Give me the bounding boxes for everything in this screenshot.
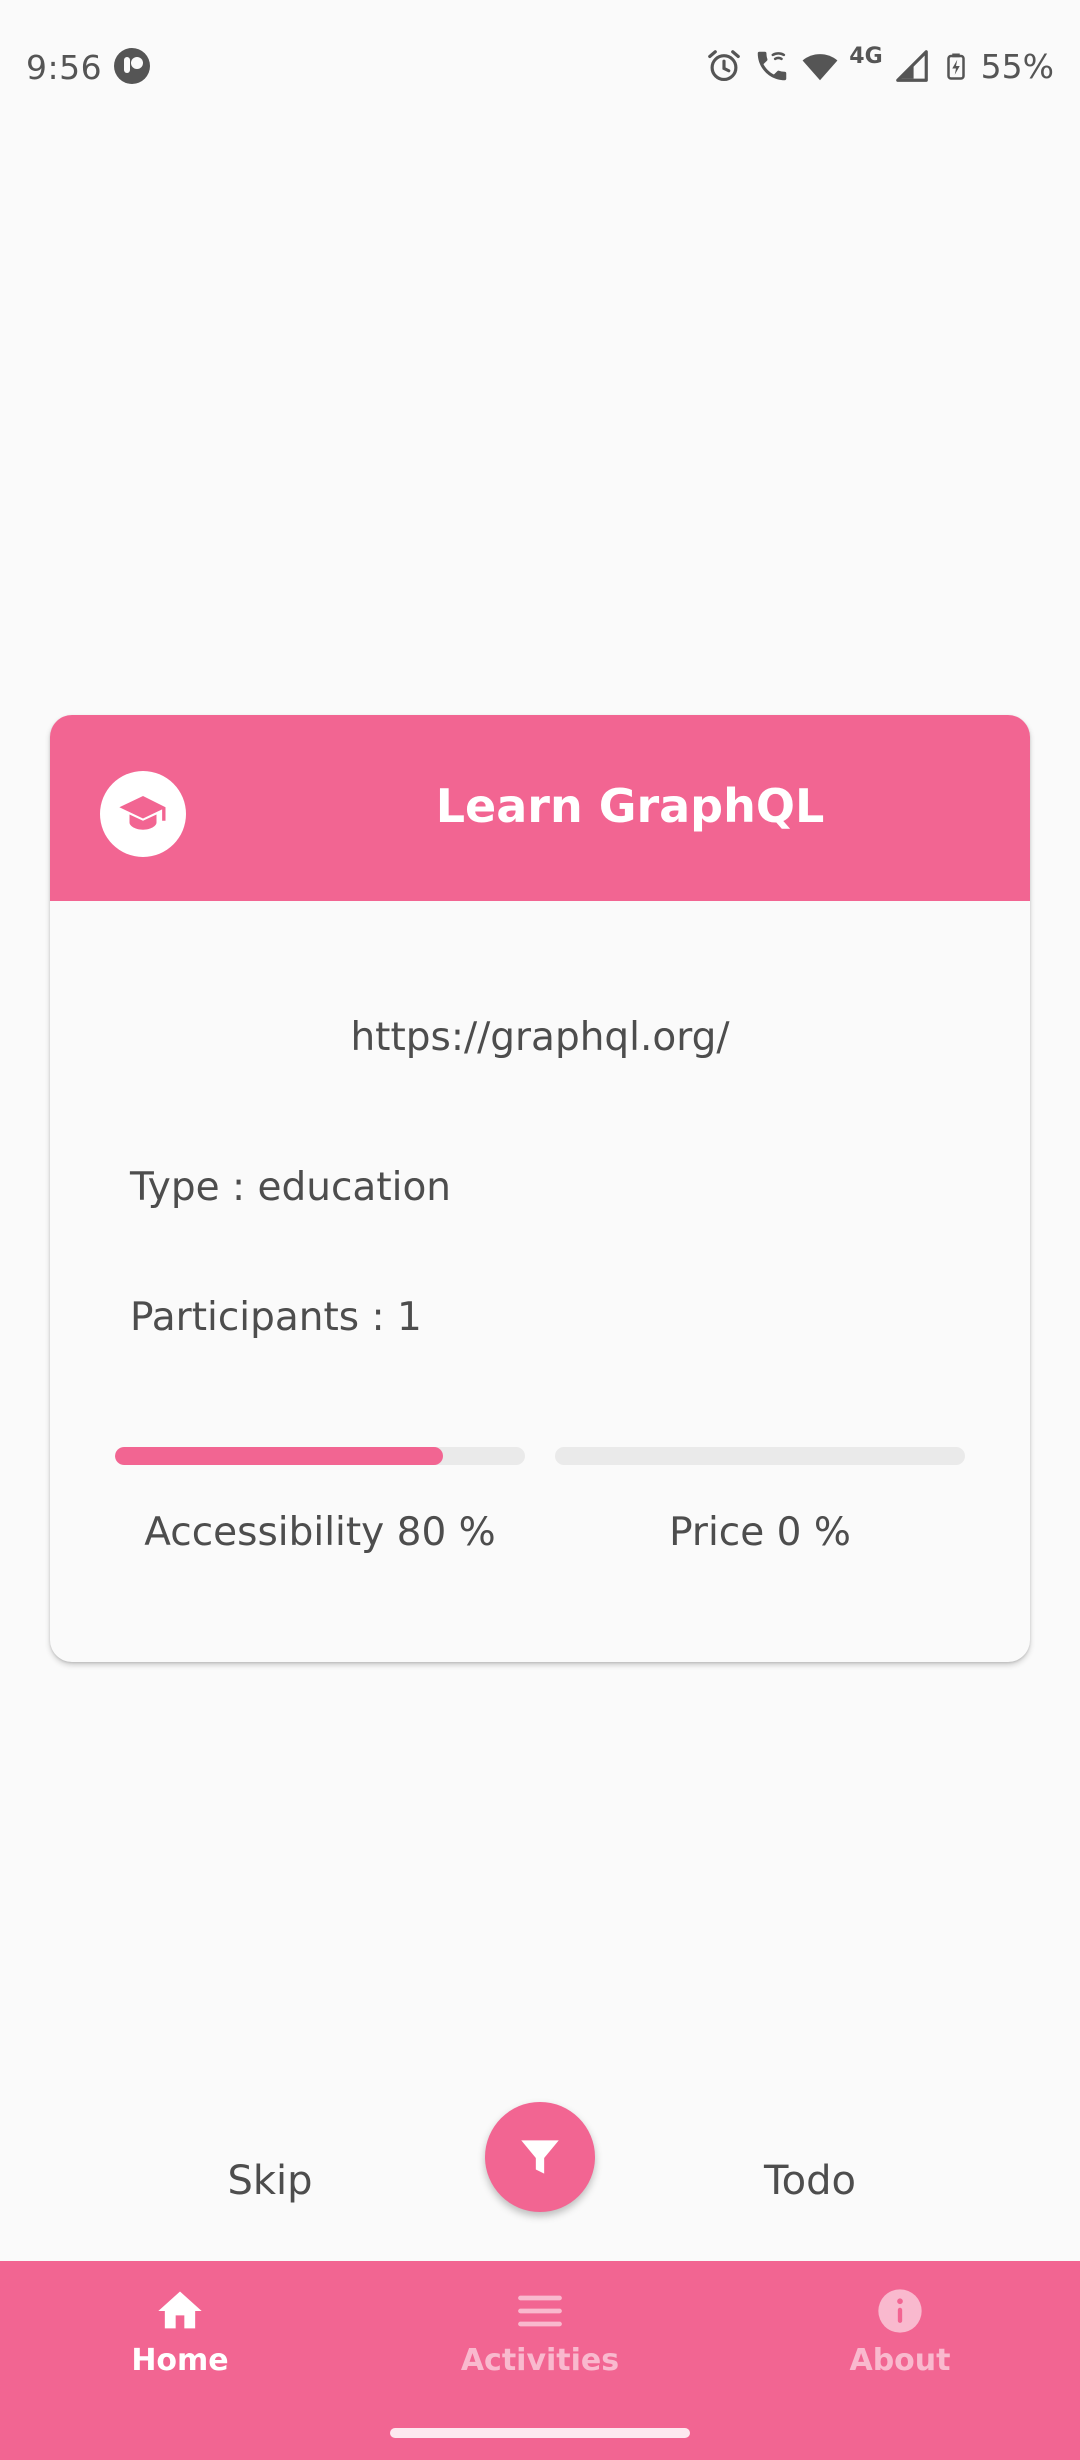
graduation-cap-icon [119, 796, 166, 830]
card-header: Learn GraphQL [50, 715, 1030, 901]
nav-label-activities: Activities [460, 2343, 620, 2378]
nav-label-home: Home [131, 2343, 229, 2378]
skip-button[interactable]: Skip [180, 2158, 360, 2204]
info-icon [878, 2289, 922, 2333]
filter-icon [521, 2140, 559, 2174]
nav-item-home[interactable]: Home [0, 2285, 360, 2405]
nav-item-about[interactable]: About [720, 2285, 1080, 2405]
home-icon [158, 2291, 202, 2329]
status-icons: 4G 55% [705, 44, 1054, 88]
nav-label-about: About [849, 2343, 951, 2378]
accessibility-progress-bar [115, 1447, 525, 1465]
activity-type: Type : education [130, 1165, 452, 1210]
battery-charging-icon [946, 53, 965, 80]
battery-percent: 55% [980, 46, 1054, 86]
price-progress-bar [555, 1447, 965, 1465]
accessibility-progress-fill [115, 1447, 443, 1465]
status-time: 9:56 [26, 48, 103, 87]
wifi-icon [802, 54, 838, 81]
filter-button[interactable] [485, 2102, 595, 2212]
bottom-navigation: Home Activities About [0, 2261, 1080, 2460]
activity-participants: Participants : 1 [130, 1295, 422, 1340]
card-icon-badge [100, 771, 186, 857]
screen: 9:56 4G 55% Learn GraphQL https://graphq… [0, 0, 1080, 2460]
accessibility-label: Accessibility 80 % [144, 1510, 496, 1555]
activity-card: Learn GraphQL https://graphql.org/ Type … [50, 715, 1030, 1662]
gesture-navigation-handle[interactable] [390, 2428, 690, 2438]
activity-link[interactable]: https://graphql.org/ [50, 1015, 1030, 1060]
app-notification-icon [114, 48, 150, 84]
menu-icon [518, 2295, 562, 2327]
activity-title: Learn GraphQL [435, 779, 825, 833]
cell-signal-icon [895, 50, 928, 82]
status-bar: 9:56 4G 55% [0, 0, 1080, 136]
alarm-icon [708, 50, 741, 82]
wifi-calling-icon [758, 51, 787, 81]
price-label: Price 0 % [669, 1510, 851, 1555]
nav-item-activities[interactable]: Activities [360, 2285, 720, 2405]
todo-button[interactable]: Todo [720, 2158, 900, 2204]
network-type-label: 4G [849, 43, 883, 69]
